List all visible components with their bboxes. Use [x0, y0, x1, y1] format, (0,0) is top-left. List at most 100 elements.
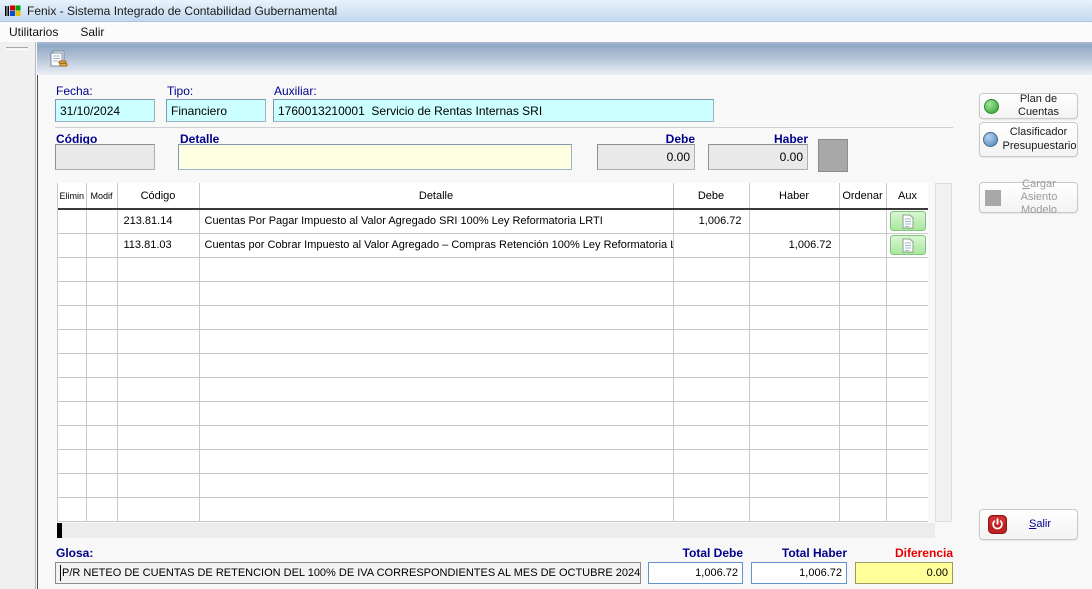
- cell-elimin: [58, 209, 86, 233]
- tipo-value: Financiero: [171, 104, 227, 118]
- cell-debe: [673, 353, 749, 377]
- tipo-input[interactable]: Financiero: [166, 99, 266, 122]
- cell-haber: 1,006.72: [749, 233, 839, 257]
- column-header-haber: Haber: [749, 183, 839, 209]
- cell-haber: [749, 449, 839, 473]
- glosa-input[interactable]: P/R NETEO DE CUENTAS DE RETENCION DEL 10…: [55, 562, 641, 584]
- table-row-empty: [58, 473, 928, 497]
- window-title: Fenix - Sistema Integrado de Contabilida…: [27, 4, 337, 18]
- auxiliar-input[interactable]: 1760013210001 Servicio de Rentas Interna…: [273, 99, 714, 122]
- cell-detalle: [199, 425, 673, 449]
- cell-detalle: [199, 473, 673, 497]
- column-header-ordenar: Ordenar: [839, 183, 886, 209]
- aux-button[interactable]: [890, 211, 926, 231]
- cell-ordenar: [839, 305, 886, 329]
- plan-de-cuentas-button[interactable]: Plan de Cuentas: [979, 93, 1078, 119]
- salir-label: Salir: [1007, 518, 1073, 531]
- total-haber-input: 1,006.72: [751, 562, 847, 584]
- debe-input[interactable]: 0.00: [597, 144, 695, 170]
- cell-detalle: [199, 257, 673, 281]
- table-row-empty: [58, 353, 928, 377]
- aux-document-icon: [901, 214, 914, 229]
- add-entry-button[interactable]: [818, 139, 848, 172]
- cell-detalle: [199, 401, 673, 425]
- plan-de-cuentas-label: Plan de Cuentas: [1004, 93, 1073, 119]
- cell-haber: [749, 329, 839, 353]
- toolbar: [37, 42, 1092, 75]
- table-row[interactable]: 113.81.03Cuentas por Cobrar Impuesto al …: [58, 233, 928, 257]
- cell-ordenar: [839, 329, 886, 353]
- clasificador-presupuestario-button[interactable]: Clasificador Presupuestario: [979, 122, 1078, 157]
- menu-item-salir[interactable]: Salir: [80, 25, 104, 39]
- table-row-empty: [58, 329, 928, 353]
- tipo-label: Tipo:: [167, 84, 193, 98]
- table-row-empty: [58, 257, 928, 281]
- cell-elimin: [58, 257, 86, 281]
- cell-elimin: [58, 497, 86, 521]
- cell-codigo: 213.81.14: [117, 209, 199, 233]
- cell-aux: [886, 329, 928, 353]
- application-window: Fenix - Sistema Integrado de Contabilida…: [0, 0, 1092, 589]
- cargar-asiento-label: Cargar Asiento Modelo: [1006, 178, 1072, 218]
- cell-modif: [86, 401, 117, 425]
- cell-codigo: [117, 353, 199, 377]
- cell-elimin: [58, 377, 86, 401]
- cell-codigo: [117, 473, 199, 497]
- left-panel-strip[interactable]: [0, 42, 36, 589]
- table-row-empty: [58, 305, 928, 329]
- cell-aux: [886, 425, 928, 449]
- cargar-asiento-modelo-button: Cargar Asiento Modelo: [979, 182, 1078, 213]
- clasificador-label: Clasificador Presupuestario: [1003, 126, 1075, 152]
- diferencia-input: 0.00: [855, 562, 953, 584]
- cell-debe: [673, 449, 749, 473]
- cell-codigo: [117, 497, 199, 521]
- cell-codigo: [117, 329, 199, 353]
- cell-codigo: [117, 401, 199, 425]
- cell-haber: [749, 401, 839, 425]
- auxiliar-value: 1760013210001 Servicio de Rentas Interna…: [278, 104, 542, 118]
- table-row-empty: [58, 401, 928, 425]
- diferencia-label: Diferencia: [855, 546, 953, 560]
- cell-debe: [673, 425, 749, 449]
- copy-document-icon: [48, 49, 68, 69]
- total-haber-value: 1,006.72: [799, 567, 842, 579]
- cell-modif: [86, 377, 117, 401]
- scrollbar-thumb[interactable]: [57, 523, 62, 538]
- cell-modif: [86, 281, 117, 305]
- panel-grip: [6, 47, 28, 50]
- column-header-debe: Debe: [673, 183, 749, 209]
- cell-ordenar: [839, 353, 886, 377]
- cell-aux: [886, 209, 928, 233]
- salir-button[interactable]: Salir: [979, 509, 1078, 540]
- table-row-empty: [58, 449, 928, 473]
- app-logo-icon: [5, 3, 21, 19]
- cell-elimin: [58, 449, 86, 473]
- fecha-input[interactable]: 31/10/2024: [55, 99, 155, 122]
- copy-document-button[interactable]: [46, 47, 70, 71]
- cell-aux: [886, 257, 928, 281]
- table-vertical-scrollbar[interactable]: [935, 183, 952, 522]
- aux-document-icon: [901, 238, 914, 253]
- column-header-código: Código: [117, 183, 199, 209]
- haber-input[interactable]: 0.00: [708, 144, 808, 170]
- table-row[interactable]: 213.81.14Cuentas Por Pagar Impuesto al V…: [58, 209, 928, 233]
- cell-ordenar: [839, 449, 886, 473]
- cell-detalle: [199, 329, 673, 353]
- debe-value: 0.00: [667, 150, 690, 164]
- cell-debe: [673, 305, 749, 329]
- cell-detalle: Cuentas por Cobrar Impuesto al Valor Agr…: [199, 233, 673, 257]
- table-horizontal-scrollbar[interactable]: [57, 523, 935, 538]
- cell-modif: [86, 233, 117, 257]
- cell-aux: [886, 353, 928, 377]
- menu-item-utilitarios[interactable]: Utilitarios: [9, 25, 58, 39]
- cell-aux: [886, 497, 928, 521]
- total-haber-label: Total Haber: [751, 546, 847, 560]
- fecha-value: 31/10/2024: [60, 104, 120, 118]
- cell-detalle: [199, 305, 673, 329]
- cell-modif: [86, 257, 117, 281]
- column-header-detalle: Detalle: [199, 183, 673, 209]
- aux-button[interactable]: [890, 235, 926, 255]
- cell-detalle: [199, 353, 673, 377]
- codigo-input[interactable]: [55, 144, 155, 170]
- detalle-input[interactable]: [178, 144, 572, 170]
